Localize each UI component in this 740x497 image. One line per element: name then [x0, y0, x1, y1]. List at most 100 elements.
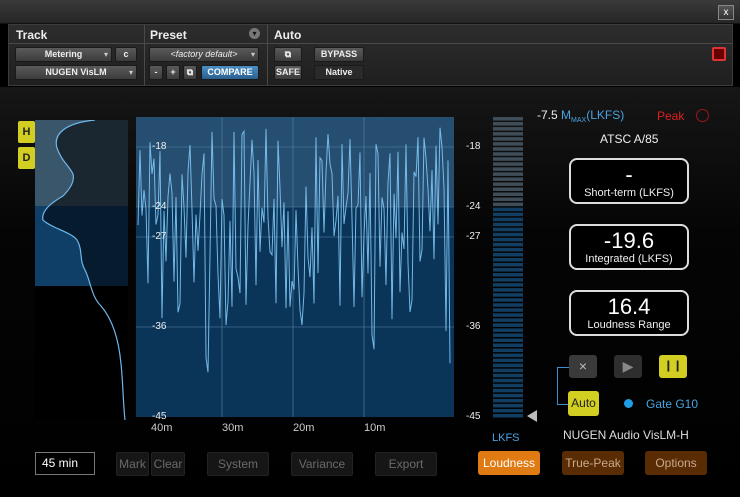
- integrated-value: -19.6: [603, 228, 655, 253]
- next-preset-button[interactable]: +: [166, 65, 180, 80]
- meter-segment: [493, 232, 523, 237]
- tab-loudness[interactable]: Loudness: [478, 451, 540, 475]
- short-term-readout: - Short-term (LKFS): [569, 158, 689, 204]
- auto-section-title: Auto: [274, 28, 302, 42]
- meter-segment: [493, 167, 523, 171]
- meter-segment: [493, 333, 523, 337]
- meter-segment: [493, 278, 523, 282]
- meter-segment: [493, 117, 523, 121]
- vislm-plugin: H D -18 -24 -27 -36 -45 -18 -24 -27 -36 …: [0, 87, 740, 497]
- meter-segment: [493, 147, 523, 151]
- plugin-status-icon[interactable]: [712, 47, 726, 61]
- meter-segment: [493, 363, 523, 368]
- momentary-max-prefix: M: [561, 108, 572, 122]
- mark-button[interactable]: Mark: [116, 452, 149, 476]
- variance-button[interactable]: Variance: [291, 452, 353, 476]
- meter-segment: [493, 192, 523, 197]
- meter-segment: [493, 338, 523, 342]
- meter-segment: [493, 197, 523, 202]
- meter-segment: [493, 398, 523, 403]
- compare-button[interactable]: COMPARE: [201, 65, 259, 80]
- chevron-down-icon: ▾: [250, 50, 255, 59]
- duration-field[interactable]: 45 min: [35, 452, 95, 475]
- copy-settings-button[interactable]: ⧉: [183, 65, 197, 80]
- native-indicator: Native: [314, 65, 364, 80]
- automation-button[interactable]: ⧉: [274, 47, 302, 62]
- track-section-title: Track: [16, 28, 48, 42]
- left-scale-label: -27: [152, 231, 167, 242]
- meter-segment: [493, 152, 523, 156]
- meter-segment: [493, 298, 523, 302]
- meter-segment: [493, 242, 523, 247]
- loudness-standard: ATSC A/85: [600, 132, 659, 146]
- left-scale-label: -45: [152, 411, 167, 422]
- meter-segment: [493, 127, 523, 131]
- pause-button[interactable]: ❙❙: [659, 355, 687, 378]
- preset-select[interactable]: <factory default> ▾: [149, 47, 259, 62]
- histogram-toggle-h[interactable]: H: [18, 121, 35, 143]
- momentary-max-readout: -7.5 MMAX(LKFS): [537, 108, 624, 124]
- time-axis-label: 20m: [293, 422, 315, 434]
- time-axis-label: 40m: [151, 422, 173, 434]
- meter-segment: [493, 318, 523, 322]
- clear-button[interactable]: Clear: [151, 452, 185, 476]
- channel-select[interactable]: c: [115, 47, 137, 62]
- preset-name-value: <factory default>: [170, 49, 238, 59]
- export-button[interactable]: Export: [375, 452, 437, 476]
- right-scale-label: -24: [466, 201, 481, 212]
- meter-segment: [493, 137, 523, 141]
- track-insert-select[interactable]: Metering ▾: [15, 47, 112, 62]
- meter-segment: [493, 202, 523, 207]
- meter-segment: [493, 172, 523, 176]
- right-scale-label: -27: [466, 231, 481, 242]
- plugin-select[interactable]: NUGEN VisLM ▾: [15, 65, 137, 80]
- meter-segment: [493, 142, 523, 146]
- header-divider: [9, 43, 732, 44]
- window-titlebar: x: [0, 0, 740, 24]
- host-plugin-header: Track Preset ▾ Auto Metering ▾ c NUGEN Vi…: [8, 24, 733, 86]
- meter-segment: [493, 393, 523, 398]
- histogram-toggle-d[interactable]: D: [18, 147, 35, 169]
- left-scale-label: -18: [152, 141, 167, 152]
- bypass-button[interactable]: BYPASS: [314, 47, 364, 62]
- meter-segment: [493, 373, 523, 378]
- peak-indicator-icon[interactable]: [696, 109, 709, 122]
- meter-segment: [493, 162, 523, 166]
- meter-segment: [493, 283, 523, 287]
- meter-segment: [493, 368, 523, 373]
- time-axis-label: 10m: [364, 422, 386, 434]
- loudness-meter-bar: [493, 117, 523, 418]
- peak-label: Peak: [657, 109, 685, 123]
- meter-segment: [493, 353, 523, 358]
- momentary-max-unit: (LKFS): [586, 108, 625, 122]
- system-button[interactable]: System: [207, 452, 269, 476]
- short-term-label: Short-term (LKFS): [584, 187, 674, 199]
- tab-true-peak[interactable]: True-Peak: [562, 451, 624, 475]
- meter-segment: [493, 212, 523, 217]
- safe-button[interactable]: SAFE: [274, 65, 302, 80]
- meter-segment: [493, 262, 523, 267]
- meter-segment: [493, 157, 523, 161]
- left-scale-label: -36: [152, 321, 167, 332]
- meter-segment: [493, 252, 523, 257]
- meter-segment: [493, 237, 523, 242]
- auto-button[interactable]: Auto: [568, 391, 599, 416]
- meter-segment: [493, 257, 523, 262]
- loudness-history-trace: [137, 127, 451, 373]
- reset-button[interactable]: ×: [569, 355, 597, 378]
- close-button[interactable]: x: [718, 5, 734, 20]
- preset-menu-icon[interactable]: ▾: [249, 28, 260, 39]
- gate-indicator-icon[interactable]: [624, 399, 633, 408]
- momentary-max-sub: MAX: [571, 117, 587, 124]
- meter-segment: [493, 122, 523, 126]
- meter-segment: [493, 313, 523, 317]
- previous-preset-button[interactable]: -: [149, 65, 163, 80]
- chevron-down-icon: ▾: [128, 68, 133, 77]
- tab-options[interactable]: Options: [645, 451, 707, 475]
- left-scale-label: -24: [152, 201, 167, 212]
- meter-pointer-icon[interactable]: [527, 410, 537, 422]
- meter-segment: [493, 187, 523, 191]
- pause-icon: ❙❙: [663, 360, 683, 372]
- meter-segment: [493, 323, 523, 327]
- play-button[interactable]: ▶: [614, 355, 642, 378]
